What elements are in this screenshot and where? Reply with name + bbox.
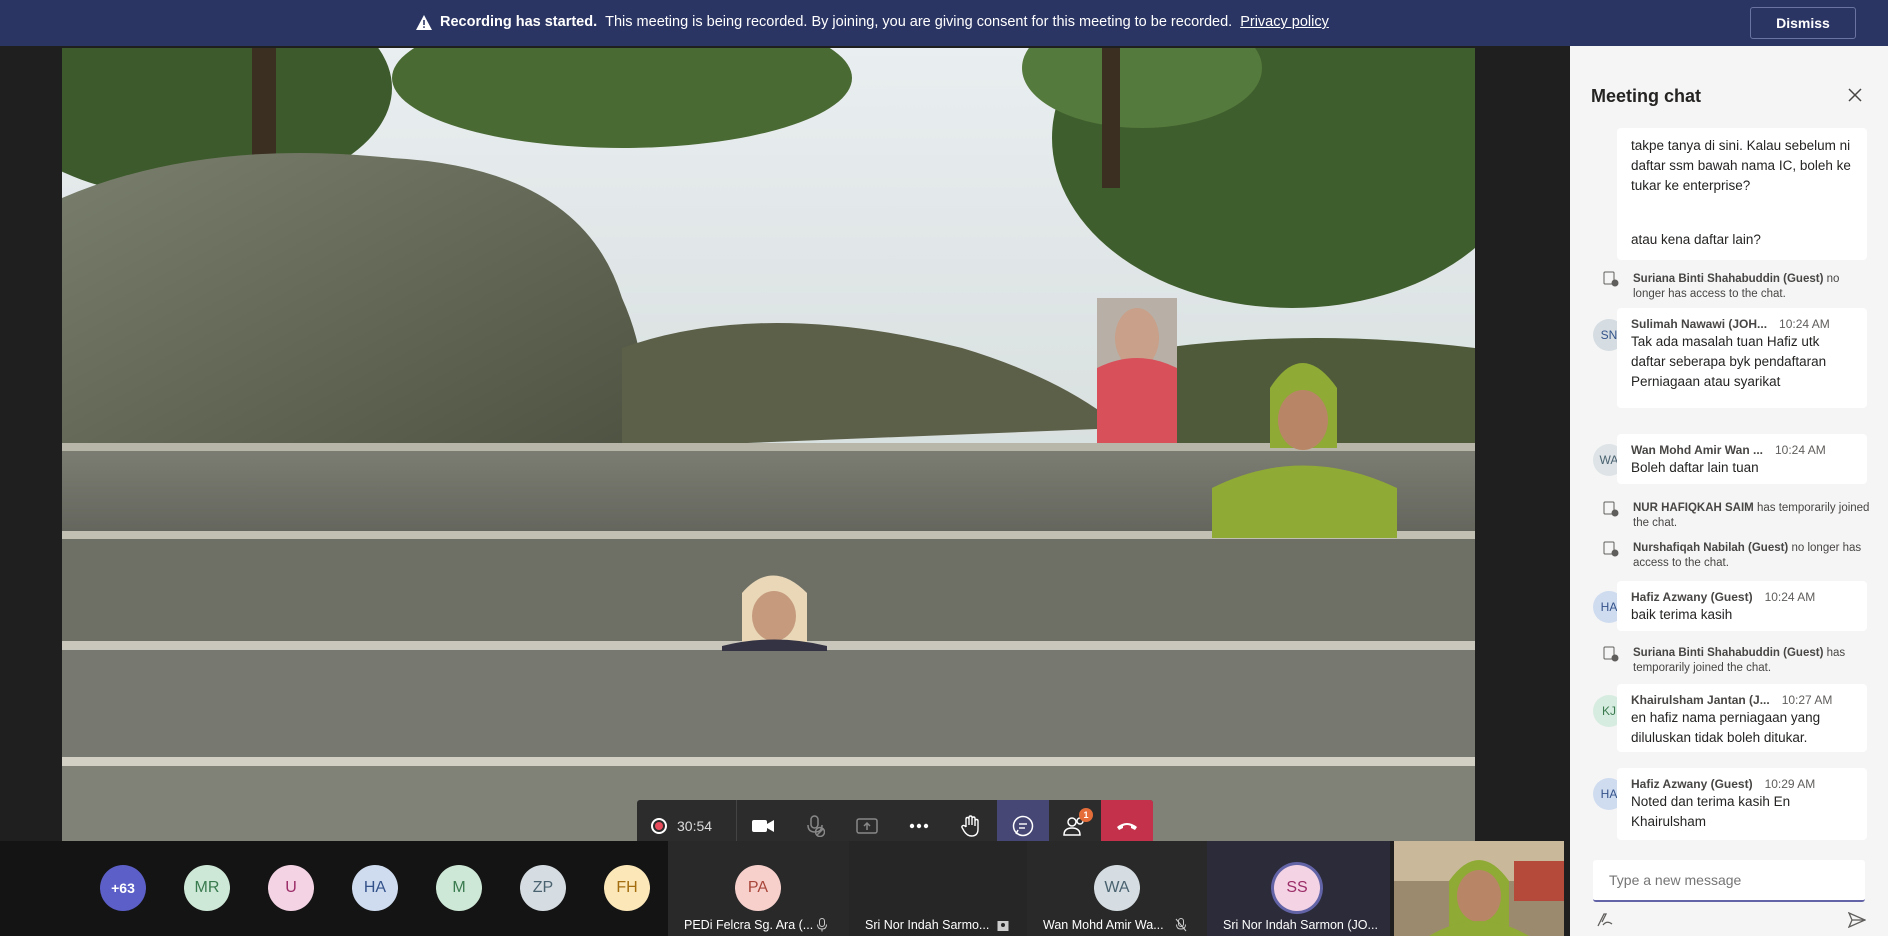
- message-text: Tak ada masalah tuan Hafiz utk daftar se…: [1631, 334, 1827, 389]
- meeting-timer: 30:54: [677, 818, 713, 834]
- avatar[interactable]: FH: [604, 865, 650, 911]
- message-text: Boleh daftar lain tuan: [1631, 460, 1759, 475]
- participant-name: Sri Nor Indah Sarmo...: [865, 918, 990, 932]
- mic-icon: [817, 918, 827, 932]
- participant-name: PEDi Felcra Sg. Ara (...: [684, 918, 814, 932]
- participant-name: Sri Nor Indah Sarmon (JO...: [1223, 918, 1378, 932]
- system-message: Suriana Binti Shahabuddin (Guest) no lon…: [1633, 273, 1840, 300]
- privacy-policy-link[interactable]: Privacy policy: [1240, 14, 1329, 30]
- banner-text: This meeting is being recorded. By joini…: [605, 14, 1233, 30]
- hand-icon: [961, 815, 979, 837]
- sender-name: Wan Mohd Amir Wan ...: [1631, 443, 1763, 457]
- avatar[interactable]: MR: [184, 865, 230, 911]
- system-message: Nurshafiqah Nabilah (Guest) no longer ha…: [1633, 542, 1862, 569]
- system-message: NUR HAFIQKAH SAIM has temporarily joined…: [1633, 502, 1870, 529]
- message-time: 10:27 AM: [1781, 693, 1833, 707]
- together-mode-scene: [62, 48, 1475, 842]
- chat-message: Sulimah Nawawi (JOH... 10:24 AM Tak ada m…: [1617, 308, 1867, 408]
- message-text: atau kena daftar lain?: [1631, 232, 1761, 247]
- message-text: takpe tanya di sini. Kalau sebelum ni da…: [1631, 138, 1851, 193]
- message-text: Noted dan terima kasih En Khairulsham: [1631, 794, 1791, 829]
- send-icon[interactable]: [1848, 912, 1866, 928]
- chat-message: Hafiz Azwany (Guest) 10:24 AM baik terima…: [1617, 581, 1867, 631]
- chat-icon: [1012, 815, 1034, 837]
- banner-message: Recording has started. This meeting is b…: [416, 14, 1329, 30]
- chat-message: Wan Mohd Amir Wan ... 10:24 AM Boleh daft…: [1617, 434, 1867, 484]
- format-icon[interactable]: [1596, 912, 1614, 928]
- record-icon: [651, 818, 667, 834]
- message-time: 10:29 AM: [1764, 777, 1816, 791]
- mic-muted-icon: [1175, 918, 1187, 932]
- chat-title: Meeting chat: [1591, 86, 1702, 106]
- chat-message: Khairulsham Jantan (J... 10:27 AM en hafi…: [1617, 684, 1867, 752]
- chat-message: atau kena daftar lain?: [1617, 222, 1867, 258]
- message-text: baik terima kasih: [1631, 607, 1733, 622]
- participant-tile[interactable]: SS Sri Nor Indah Sarmon (JO...: [1207, 841, 1390, 936]
- message-time: 10:24 AM: [1764, 590, 1816, 604]
- participants-strip: +63 MR U HA M ZP FH PA PEDi Felcra Sg. A…: [0, 841, 1570, 936]
- participant-tile[interactable]: PA PEDi Felcra Sg. Ara (...: [668, 841, 849, 936]
- message-compose-input[interactable]: [1593, 860, 1865, 902]
- message-time: 10:24 AM: [1779, 317, 1830, 331]
- participants-badge: 1: [1079, 808, 1093, 822]
- sender-name: Khairulsham Jantan (J...: [1631, 693, 1770, 707]
- share-tray-icon: [856, 818, 878, 834]
- chat-message: Hafiz Azwany (Guest) 10:29 AM Noted dan t…: [1617, 768, 1867, 840]
- guest-left-icon: [1603, 271, 1619, 287]
- participant-tile[interactable]: WA Wan Mohd Amir Wa...: [1027, 841, 1207, 936]
- video-stage: 30:54 1: [0, 46, 1570, 852]
- sender-name: Hafiz Azwany (Guest): [1631, 777, 1753, 791]
- participant-name: Wan Mohd Amir Wa...: [1043, 918, 1164, 932]
- message-time: 10:24 AM: [1775, 443, 1826, 457]
- avatar: PA: [735, 865, 781, 911]
- self-view-video[interactable]: [1394, 841, 1564, 936]
- hang-up-icon: [1117, 823, 1137, 830]
- guest-left-icon: [1603, 541, 1619, 557]
- presenter-icon: [997, 921, 1009, 931]
- avatar[interactable]: U: [268, 865, 314, 911]
- close-icon[interactable]: [1846, 86, 1864, 104]
- guest-joined-icon: [1603, 646, 1619, 662]
- participant-video-1: [1097, 298, 1177, 443]
- banner-title: Recording has started.: [440, 14, 598, 30]
- sender-name: Sulimah Nawawi (JOH...: [1631, 317, 1768, 331]
- avatar: SS: [1274, 865, 1320, 911]
- meeting-chat-panel: Meeting chat takpe tanya di sini. Kalau …: [1570, 46, 1888, 936]
- compose-toolbar: [1596, 910, 1866, 930]
- participant-tile[interactable]: Sri Nor Indah Sarmo...: [849, 841, 1027, 936]
- system-message: Suriana Binti Shahabuddin (Guest) has te…: [1633, 647, 1846, 674]
- mic-disabled-icon: [807, 815, 825, 837]
- overflow-avatar[interactable]: +63: [100, 865, 146, 911]
- audience-avatars: +63 MR U HA M ZP FH: [0, 841, 668, 936]
- guest-joined-icon: [1603, 501, 1619, 517]
- recording-banner: Recording has started. This meeting is b…: [0, 0, 1888, 46]
- avatar[interactable]: HA: [352, 865, 398, 911]
- warning-icon: [416, 14, 432, 30]
- dismiss-button[interactable]: Dismiss: [1750, 7, 1856, 39]
- avatar[interactable]: ZP: [520, 865, 566, 911]
- sender-name: Hafiz Azwany (Guest): [1631, 590, 1753, 604]
- avatar[interactable]: M: [436, 865, 482, 911]
- avatar: WA: [1094, 865, 1140, 911]
- more-icon: [909, 823, 929, 829]
- message-text: en hafiz nama perniagaan yang diluluskan…: [1631, 710, 1821, 745]
- camera-icon: [752, 820, 774, 832]
